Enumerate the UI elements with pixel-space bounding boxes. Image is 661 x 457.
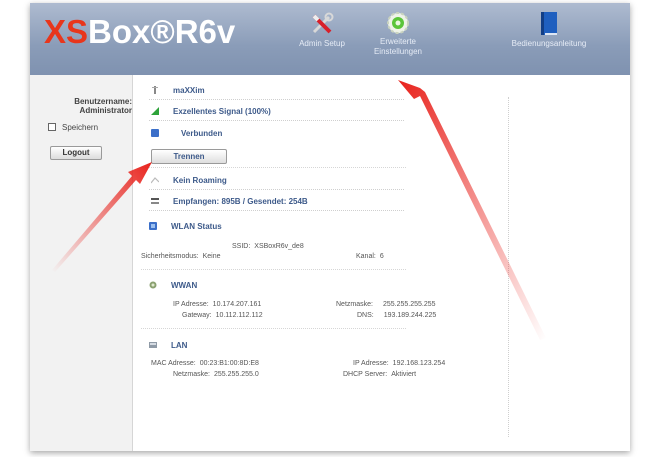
- annotation-arrows: [52, 80, 546, 340]
- annotation-arrow-left: [52, 162, 152, 272]
- annotation-arrow-right: [398, 80, 546, 340]
